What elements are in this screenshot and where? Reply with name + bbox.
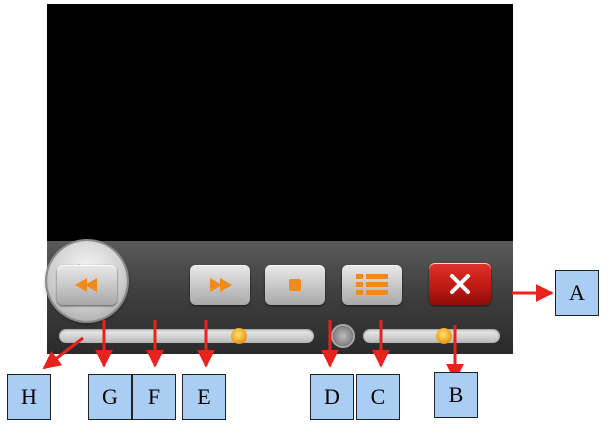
callout-label-b: B [434,372,478,418]
callout-label-c: C [356,374,400,420]
callout-label-h: H [7,374,51,420]
callout-label-f: F [132,374,176,420]
callout-label-d: D [310,374,354,420]
callout-label-g: G [88,374,132,420]
arrow-h [42,336,84,370]
callout-label-a: A [555,270,599,316]
callout-label-e: E [182,374,226,420]
